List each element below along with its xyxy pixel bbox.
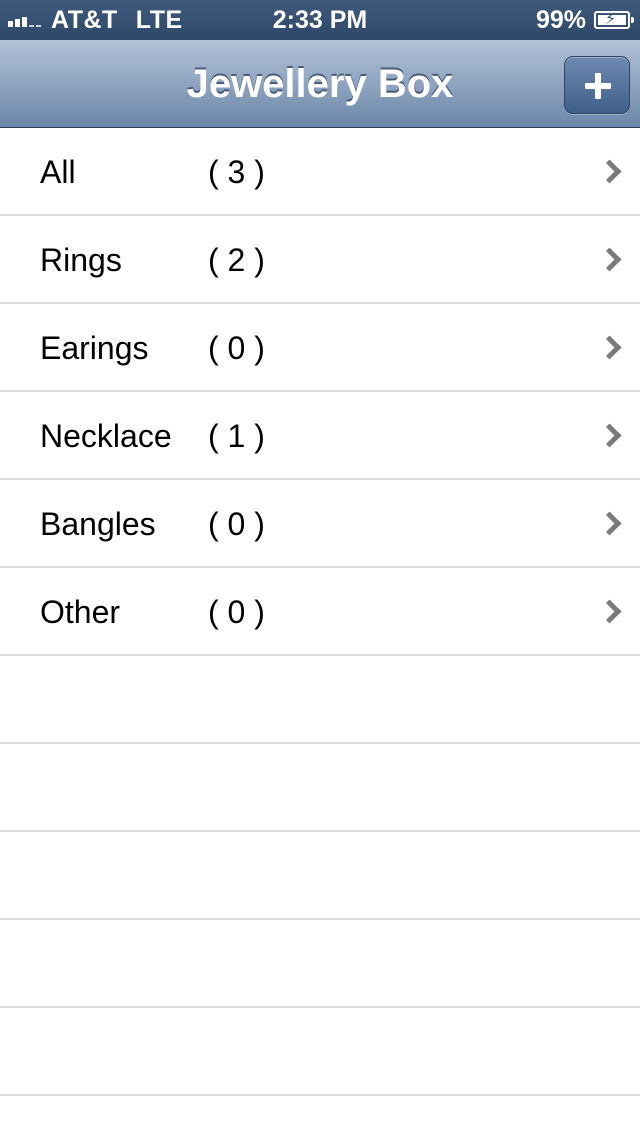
category-row-all[interactable]: All ( 3 ) <box>0 128 640 216</box>
category-row-earings[interactable]: Earings ( 0 ) <box>0 304 640 392</box>
chevron-right-icon <box>597 423 622 448</box>
empty-row <box>0 1008 640 1096</box>
category-table: All ( 3 ) Rings ( 2 ) Earings ( 0 ) Neck… <box>0 128 640 1136</box>
category-count: ( 2 ) <box>208 242 265 278</box>
status-bar: AT&T LTE 2:33 PM 99% ⚡ <box>0 0 640 40</box>
chevron-right-icon <box>597 159 622 184</box>
category-count: ( 3 ) <box>208 154 265 190</box>
battery-percentage: 99% <box>535 5 586 34</box>
category-row-necklace[interactable]: Necklace ( 1 ) <box>0 392 640 480</box>
page-title: Jewellery Box <box>186 62 454 106</box>
category-label: Other <box>40 594 121 630</box>
category-count: ( 0 ) <box>208 594 265 630</box>
chevron-right-icon <box>597 335 622 360</box>
empty-row <box>0 744 640 832</box>
empty-row <box>0 656 640 744</box>
status-right: 99% ⚡ <box>535 5 634 34</box>
add-item-button[interactable] <box>564 56 630 114</box>
screen: AT&T LTE 2:33 PM 99% ⚡ Jewellery Box All… <box>0 0 640 1136</box>
category-count: ( 0 ) <box>208 330 265 366</box>
navigation-bar: Jewellery Box <box>0 40 640 128</box>
chevron-right-icon <box>597 247 622 272</box>
empty-row <box>0 1096 640 1136</box>
category-row-rings[interactable]: Rings ( 2 ) <box>0 216 640 304</box>
empty-row <box>0 832 640 920</box>
battery-icon: ⚡ <box>594 11 634 29</box>
category-label: Bangles <box>40 506 156 542</box>
chevron-right-icon <box>597 511 622 536</box>
plus-icon <box>565 57 629 113</box>
category-count: ( 1 ) <box>208 418 265 454</box>
category-label: Necklace <box>40 418 172 454</box>
category-label: Earings <box>40 330 149 366</box>
category-count: ( 0 ) <box>208 506 265 542</box>
category-label: All <box>40 154 76 190</box>
chevron-right-icon <box>597 599 622 624</box>
category-label: Rings <box>40 242 122 278</box>
category-row-other[interactable]: Other ( 0 ) <box>0 568 640 656</box>
category-row-bangles[interactable]: Bangles ( 0 ) <box>0 480 640 568</box>
empty-row <box>0 920 640 1008</box>
